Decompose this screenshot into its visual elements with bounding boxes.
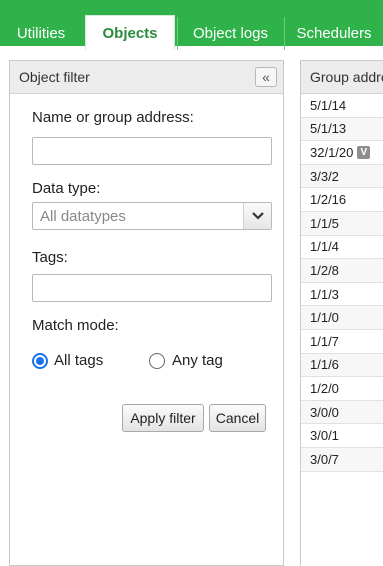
table-row[interactable]: 1/1/6 bbox=[301, 353, 383, 378]
group-address-cell: 1/2/16 bbox=[310, 192, 347, 208]
group-address-cell: 1/1/5 bbox=[310, 215, 339, 231]
table-row[interactable]: 3/0/1 bbox=[301, 424, 383, 448]
apply-filter-button[interactable]: Apply filter bbox=[122, 404, 204, 432]
tab-utilities[interactable]: Utilities bbox=[0, 17, 82, 50]
table-row[interactable]: 1/1/4 bbox=[301, 236, 383, 260]
value-badge: V bbox=[357, 145, 371, 159]
group-address-cell: 5/1/14 bbox=[310, 97, 347, 113]
panel-title: Object filter bbox=[19, 69, 90, 85]
object-filter-panel: Object filter « Name or group address: D… bbox=[9, 60, 284, 566]
table-row[interactable]: 1/1/3 bbox=[301, 283, 383, 307]
group-address-cell: 1/2/8 bbox=[310, 262, 339, 278]
match-mode-group: All tags Any tag bbox=[32, 351, 272, 371]
group-address-cell: 32/1/20 bbox=[310, 144, 354, 160]
group-address-cell: 3/3/2 bbox=[310, 168, 339, 184]
group-address-cell: 3/0/1 bbox=[310, 428, 339, 444]
tab-object-logs[interactable]: Object logs bbox=[177, 17, 283, 50]
objects-table: Group address 5/1/14 5/1/13 32/1/20V 3/3/2 1… bbox=[300, 60, 383, 566]
group-address-cell: 1/1/6 bbox=[310, 357, 339, 373]
panel-header: Object filter « bbox=[10, 61, 283, 94]
table-row[interactable]: 5/1/14 bbox=[301, 94, 383, 118]
group-address-cell: 3/0/0 bbox=[310, 404, 339, 420]
chevron-down-icon bbox=[251, 212, 264, 220]
group-address-cell: 1/2/0 bbox=[310, 380, 339, 396]
group-address-cell: 1/1/3 bbox=[310, 286, 339, 302]
dropdown-button[interactable] bbox=[243, 203, 271, 229]
table-row[interactable]: 1/2/8 bbox=[301, 259, 383, 283]
data-type-selected-value: All datatypes bbox=[40, 208, 126, 225]
table-row[interactable]: 3/0/0 bbox=[301, 400, 383, 425]
name-or-address-input[interactable] bbox=[32, 137, 272, 165]
top-tab-bar: Utilities Objects Object logs Schedulers bbox=[0, 0, 383, 50]
tags-label: Tags: bbox=[32, 249, 68, 266]
column-header-group-address[interactable]: Group address bbox=[301, 61, 383, 94]
cancel-button[interactable]: Cancel bbox=[209, 404, 266, 432]
table-row[interactable]: 1/1/7 bbox=[301, 330, 383, 354]
tab-objects[interactable]: Objects bbox=[85, 15, 175, 50]
table-row[interactable]: 1/1/0 bbox=[301, 306, 383, 330]
group-address-cell: 1/1/7 bbox=[310, 333, 339, 349]
table-row[interactable]: 1/1/5 bbox=[301, 211, 383, 236]
double-chevron-left-icon: « bbox=[262, 69, 270, 85]
table-row[interactable]: 3/3/2 bbox=[301, 164, 383, 189]
any-tag-label[interactable]: Any tag bbox=[172, 352, 223, 369]
collapse-panel-button[interactable]: « bbox=[255, 67, 277, 87]
table-row[interactable]: 32/1/20 V bbox=[301, 141, 383, 165]
data-type-label: Data type: bbox=[32, 180, 101, 197]
table-row[interactable]: 5/1/13 bbox=[301, 117, 383, 142]
group-address-cell: 1/1/4 bbox=[310, 239, 339, 255]
table-row[interactable]: 3/0/7 bbox=[301, 447, 383, 472]
any-tag-radio[interactable] bbox=[149, 353, 165, 369]
group-address-cell: 3/0/7 bbox=[310, 451, 339, 467]
column-header-label: Group address bbox=[310, 69, 383, 85]
table-row[interactable]: 1/2/0 bbox=[301, 377, 383, 401]
table-row[interactable]: 1/2/16 bbox=[301, 188, 383, 212]
tab-schedulers[interactable]: Schedulers bbox=[284, 17, 383, 50]
group-address-cell: 1/1/0 bbox=[310, 310, 339, 326]
group-address-cell: 5/1/13 bbox=[310, 121, 347, 137]
tags-input[interactable] bbox=[32, 274, 272, 302]
table-body: 5/1/14 5/1/13 32/1/20 V 3/3/2 1/2/16 1/1/5 1/1/… bbox=[301, 94, 383, 472]
name-or-address-label: Name or group address: bbox=[32, 109, 194, 126]
all-tags-label[interactable]: All tags bbox=[54, 352, 103, 369]
all-tags-radio[interactable] bbox=[32, 353, 48, 369]
data-type-select[interactable]: All datatypes bbox=[32, 202, 272, 230]
match-mode-label: Match mode: bbox=[32, 317, 119, 334]
